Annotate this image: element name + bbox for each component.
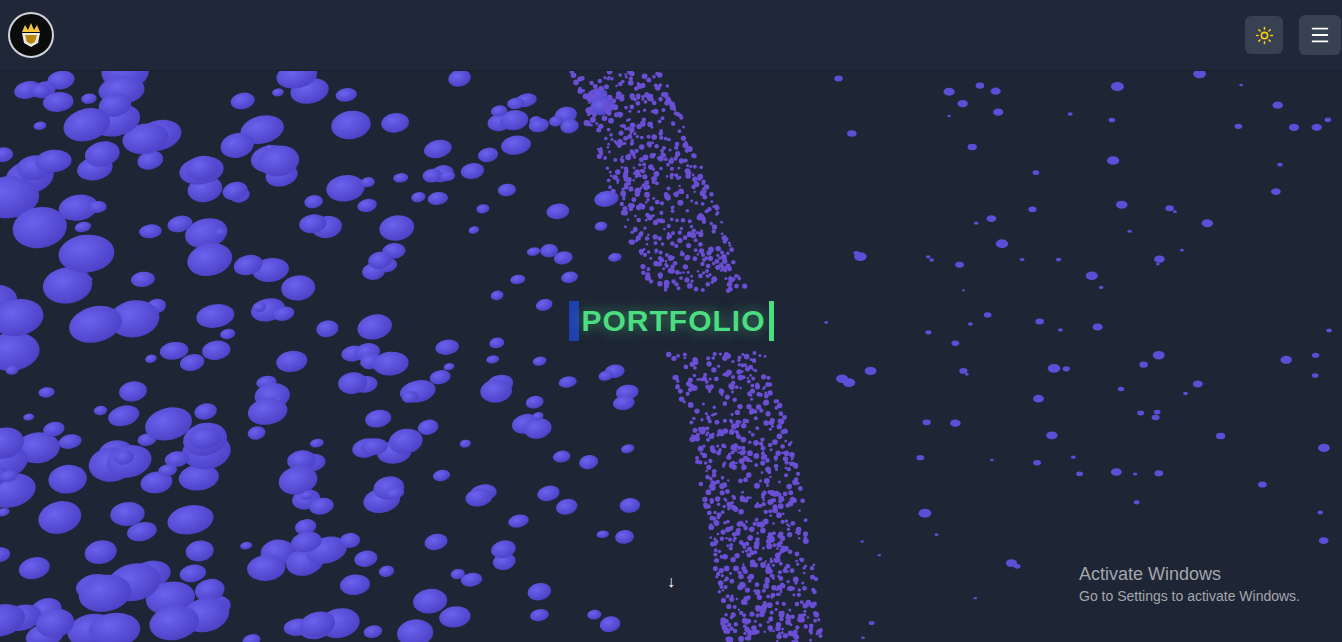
- title-bar-left: [569, 301, 579, 341]
- hero-title: PORTFOLIO: [569, 301, 774, 341]
- typing-cursor: [769, 301, 774, 341]
- windows-watermark: Activate WindowsGo to Settings to activa…: [1079, 562, 1300, 606]
- watermark-subtitle: Go to Settings to activate Windows.: [1079, 586, 1300, 606]
- menu-button[interactable]: [1299, 15, 1341, 55]
- hamburger-icon: [1309, 24, 1331, 46]
- top-bar: [0, 0, 1342, 71]
- theme-toggle-button[interactable]: [1245, 16, 1283, 54]
- sun-icon: [1255, 26, 1274, 45]
- logo[interactable]: [8, 12, 54, 58]
- particle-canvas: [0, 71, 1342, 642]
- watermark-title: Activate Windows: [1079, 562, 1300, 586]
- hero: PORTFOLIO ↓ Activate WindowsGo to Settings…: [0, 71, 1342, 642]
- page: PORTFOLIO ↓ Activate WindowsGo to Settings…: [0, 0, 1342, 642]
- portfolio-title: PORTFOLIO: [580, 301, 768, 341]
- scroll-down-arrow[interactable]: ↓: [667, 572, 675, 592]
- header-actions: [1245, 15, 1341, 55]
- logo-icon[interactable]: [8, 12, 54, 58]
